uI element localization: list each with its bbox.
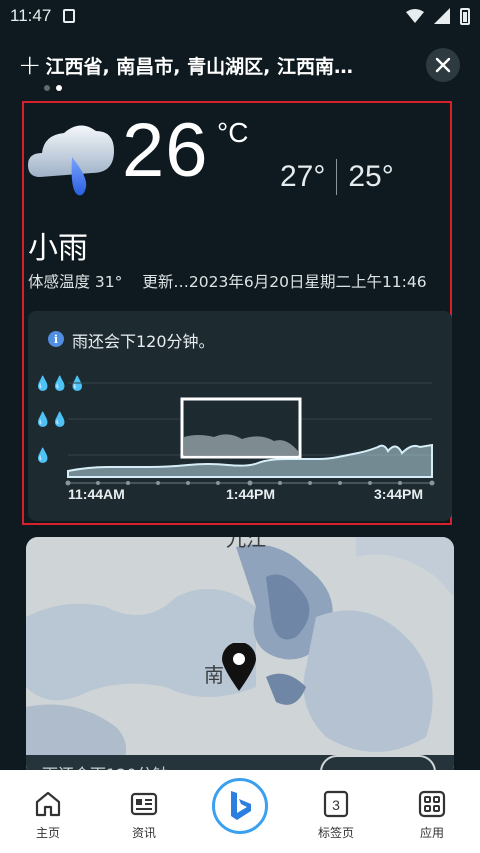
current-weather-card: 26 °C 27° 25° 小雨 体感温度 31° 更新…2023年6月20日星期… — [22, 101, 452, 525]
nav-home[interactable]: 主页 — [0, 770, 96, 853]
sim-icon — [63, 9, 76, 23]
page-dot — [44, 85, 50, 91]
precipitation-card[interactable]: i 雨还会下120分钟。 💧💧💧 💧💧 💧 11:44AM 1:44PM 3:4… — [28, 311, 452, 521]
weather-condition: 小雨 — [28, 231, 88, 266]
status-time: 11:47 — [10, 6, 52, 25]
nav-tabs-label: 标签页 — [317, 826, 354, 840]
wifi-icon — [406, 9, 424, 23]
precip-chart — [65, 382, 435, 486]
signal-icon — [434, 8, 450, 24]
tick-label: 11:44AM — [68, 486, 125, 502]
battery-icon — [460, 7, 470, 25]
location-pin-icon — [222, 643, 256, 691]
nav-tabs[interactable]: 3 标签页 — [288, 770, 384, 853]
apps-icon — [418, 790, 446, 818]
location-title[interactable]: 江西省, 南昌市, 青山湖区, 江西南… — [45, 52, 353, 79]
high-low: 27° 25° — [280, 159, 394, 195]
radar-map-card[interactable]: 九江 南 雨还会下120分钟 — [26, 537, 454, 777]
map-label-jiujiang: 九江 — [226, 537, 266, 551]
tabs-count: 3 — [332, 797, 340, 813]
current-temperature: 26 — [122, 108, 209, 193]
close-button[interactable] — [426, 48, 460, 82]
map-label-city: 南 — [204, 663, 224, 687]
news-icon — [130, 792, 158, 816]
feels-like: 体感温度 31° — [28, 273, 123, 291]
nav-home-label: 主页 — [35, 826, 60, 840]
light-rain-icon — [28, 125, 114, 196]
status-bar: 11:47 — [0, 0, 480, 32]
high-temp: 27° — [280, 160, 326, 193]
nav-apps-label: 应用 — [419, 826, 444, 840]
add-location-icon[interactable]: + — [18, 51, 41, 79]
tabs-icon: 3 — [323, 790, 349, 818]
home-icon — [35, 791, 61, 817]
page-indicator — [44, 85, 62, 91]
temperature-unit[interactable]: °C — [217, 117, 248, 149]
low-temp: 25° — [348, 160, 394, 193]
nav-apps[interactable]: 应用 — [384, 770, 480, 853]
divider — [336, 159, 338, 195]
updated-time: 更新…2023年6月20日星期二上午11:46 — [142, 273, 427, 291]
close-icon — [435, 57, 451, 73]
feels-like-row: 体感温度 31° 更新…2023年6月20日星期二上午11:46 — [28, 270, 427, 292]
info-icon[interactable]: i — [48, 331, 64, 347]
precip-message: 雨还会下120分钟。 — [72, 332, 215, 351]
bing-icon — [231, 791, 251, 820]
page-dot-active — [56, 85, 62, 91]
bing-button[interactable] — [212, 778, 268, 834]
tick-label: 3:44PM — [374, 486, 424, 502]
nav-news-label: 资讯 — [131, 826, 156, 840]
location-header: + 江西省, 南昌市, 青山湖区, 江西南… — [0, 40, 480, 90]
tick-label: 1:44PM — [226, 486, 276, 502]
status-icons — [406, 7, 470, 25]
nav-news[interactable]: 资讯 — [96, 770, 192, 853]
